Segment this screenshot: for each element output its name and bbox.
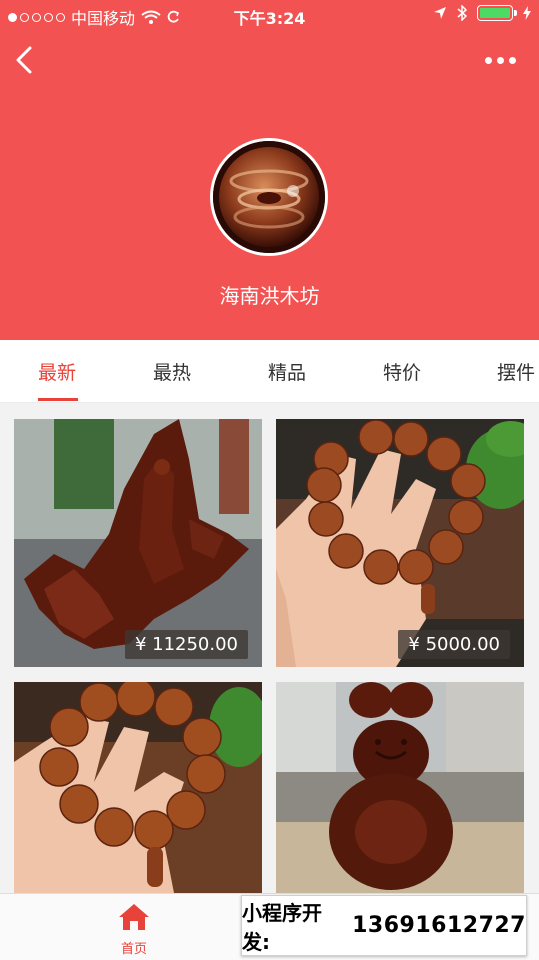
developer-watermark: 小程序开发: 13691612727	[241, 895, 527, 956]
tab-special-price[interactable]: 特价	[383, 358, 421, 385]
more-dot-icon	[485, 56, 492, 64]
bluetooth-icon	[457, 5, 467, 21]
status-bar: 中国移动 下午3:24	[0, 0, 539, 30]
active-tab-indicator	[38, 398, 78, 401]
product-card[interactable]	[276, 682, 524, 893]
status-right	[433, 5, 531, 21]
watermark-phone: 13691612727	[352, 913, 526, 938]
shop-name: 海南洪木坊	[219, 284, 320, 308]
category-tabs: 最新 最热 精品 特价 摆件	[0, 340, 539, 403]
back-button[interactable]	[12, 44, 42, 76]
product-grid: ¥ 11250.00 ¥ 5000.00	[0, 403, 539, 893]
product-image	[276, 682, 524, 893]
price-tag: ¥ 5000.00	[398, 630, 510, 659]
tab-latest[interactable]: 最新	[38, 358, 76, 385]
shop-avatar	[210, 138, 328, 256]
product-card[interactable]: ¥ 5000.00	[276, 419, 524, 667]
tab-hottest[interactable]: 最热	[153, 358, 191, 385]
product-image	[14, 682, 262, 893]
more-options-button[interactable]	[485, 52, 521, 68]
nav-home[interactable]: 首页	[104, 902, 164, 958]
chevron-left-icon	[16, 46, 32, 74]
price-tag: ¥ 11250.00	[124, 630, 248, 659]
product-card[interactable]	[14, 682, 262, 893]
battery-icon	[477, 5, 517, 21]
tab-featured[interactable]: 精品	[268, 358, 306, 385]
more-dot-icon	[497, 56, 504, 64]
tab-ornaments[interactable]: 摆件	[497, 358, 535, 385]
charging-icon	[523, 6, 531, 20]
more-dot-icon	[509, 56, 516, 64]
home-icon	[119, 904, 149, 930]
watermark-label: 小程序开发:	[242, 900, 322, 954]
product-card[interactable]: ¥ 11250.00	[14, 419, 262, 667]
location-arrow-icon	[434, 7, 446, 19]
nav-home-label: 首页	[120, 942, 147, 957]
